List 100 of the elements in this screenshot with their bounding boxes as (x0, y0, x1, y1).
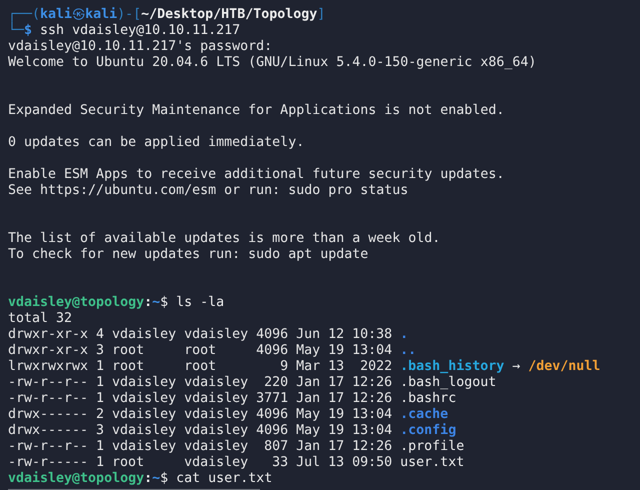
file-name: user.txt (400, 455, 464, 471)
day-text: 19 (328, 423, 344, 439)
output-line: Enable ESM Apps to receive additional future security updates. (8, 167, 506, 183)
group-text: vdaisley (184, 423, 248, 439)
month-text: May (296, 343, 320, 359)
prompt-user: kali (40, 7, 72, 22)
permissions-text: drwx------ (8, 407, 88, 423)
prompt-path: ~/Desktop/HTB/Topology (141, 7, 318, 22)
owner-text: vdaisley (112, 423, 176, 439)
time-text: 2022 (359, 359, 392, 375)
link-count: 1 (96, 439, 104, 455)
owner-text: root (112, 455, 146, 471)
file-name: .profile (400, 439, 464, 455)
owner-text: vdaisley (112, 327, 176, 343)
month-text: Jan (296, 439, 320, 455)
link-count: 1 (96, 375, 104, 391)
owner-text: vdaisley (112, 375, 176, 391)
day-text: 17 (328, 375, 344, 391)
day-text: 12 (328, 327, 344, 343)
time-text: 10:38 (352, 327, 392, 343)
size-text: 3771 (256, 391, 288, 407)
size-text: 9 (279, 359, 288, 375)
day-text: 19 (328, 343, 344, 359)
link-count: 2 (96, 407, 104, 423)
permissions-text: drwx------ (8, 423, 88, 439)
month-text: Jan (296, 375, 320, 391)
command-text: cat user.txt (176, 471, 272, 486)
link-count: 1 (96, 455, 104, 471)
prompt-frame: ┌──( (8, 7, 40, 22)
file-name: .bash_history (400, 359, 504, 375)
day-text: 17 (328, 439, 344, 455)
day-text: 17 (328, 391, 344, 407)
file-name: .cache (400, 407, 448, 423)
prompt-symbol: $ (160, 295, 168, 310)
file-name: .. (400, 343, 416, 359)
output-line: 0 updates can be applied immediately. (8, 135, 306, 151)
size-text: 220 (263, 375, 288, 391)
group-text: root (184, 359, 218, 375)
time-text: 09:50 (352, 455, 392, 471)
prompt-symbol: $ (24, 23, 32, 38)
group-text: vdaisley (184, 327, 248, 343)
size-text: 4096 (256, 327, 288, 343)
prompt-colon: : (144, 295, 152, 310)
prompt-frame: ] (317, 7, 326, 22)
arrow-text: → (512, 359, 520, 375)
file-name: .config (400, 423, 456, 439)
prompt-symbol: $ (160, 471, 168, 486)
size-text: 807 (263, 439, 288, 455)
permissions-text: lrwxrwxrwx (8, 359, 88, 375)
group-text: vdaisley (184, 455, 248, 471)
output-line: vdaisley@10.10.11.217's password: (8, 39, 274, 55)
output-line: To check for new updates run: sudo apt update (8, 247, 370, 263)
time-text: 13:04 (352, 407, 392, 423)
group-text: vdaisley (184, 407, 248, 423)
link-count: 4 (96, 327, 104, 343)
month-text: Mar (296, 359, 320, 375)
group-text: vdaisley (184, 391, 248, 407)
file-name: .bash_logout (400, 375, 496, 391)
prompt-user: vdaisley@topology (8, 471, 144, 486)
time-text: 13:04 (352, 343, 392, 359)
permissions-text: drwxr-xr-x (8, 343, 88, 359)
owner-text: vdaisley (112, 391, 176, 407)
file-name: .bashrc (400, 391, 456, 407)
link-count: 3 (96, 343, 104, 359)
owner-text: vdaisley (112, 439, 176, 455)
owner-text: vdaisley (112, 407, 176, 423)
link-count: 1 (96, 359, 104, 375)
link-count: 1 (96, 391, 104, 407)
prompt-frame: )-[ (117, 7, 142, 22)
prompt-path: ~ (152, 471, 160, 486)
time-text: 12:26 (352, 439, 392, 455)
prompt-path: ~ (152, 295, 160, 310)
group-text: root (184, 343, 218, 359)
size-text: 4096 (256, 407, 288, 423)
permissions-text: -rw-r--r-- (8, 375, 88, 391)
month-text: Jul (296, 455, 320, 471)
day-text: 19 (328, 407, 344, 423)
size-text: 4096 (256, 423, 288, 439)
permissions-text: -rw-r--r-- (8, 391, 88, 407)
command-text: ls -la (176, 295, 224, 310)
permissions-text: -rw-r--r-- (8, 439, 88, 455)
day-text: 13 (328, 359, 344, 375)
prompt-user: vdaisley@topology (8, 295, 144, 310)
month-text: Jun (296, 327, 320, 343)
prompt-host: kali (85, 7, 118, 22)
time-text: 12:26 (352, 375, 392, 391)
time-text: 13:04 (352, 423, 392, 439)
prompt-frame: └─ (8, 23, 24, 38)
size-text: 4096 (256, 343, 288, 359)
month-text: May (296, 407, 320, 423)
size-text: 33 (271, 455, 288, 471)
prompt-at-symbol: ㉿ (72, 7, 86, 22)
permissions-text: drwxr-xr-x (8, 327, 88, 343)
day-text: 13 (328, 455, 344, 471)
owner-text: root (112, 343, 146, 359)
prompt-colon: : (144, 471, 152, 486)
output-line: total 32 (8, 311, 74, 327)
month-text: May (296, 423, 320, 439)
output-line: The list of available updates is more than a week old. (8, 231, 442, 247)
link-count: 3 (96, 423, 104, 439)
